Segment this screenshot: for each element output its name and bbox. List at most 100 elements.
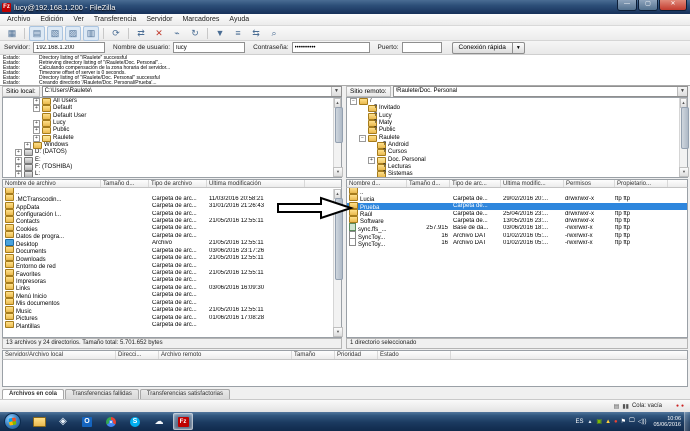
start-button[interactable] bbox=[4, 413, 21, 430]
server-input[interactable] bbox=[33, 42, 106, 53]
tree-expander-icon[interactable]: + bbox=[15, 149, 22, 157]
tree-expander-icon[interactable]: − bbox=[359, 134, 366, 142]
taskbar-clock[interactable]: 10:06 05/06/2016 bbox=[653, 416, 681, 428]
remote-tree-item[interactable]: − / bbox=[347, 98, 687, 106]
taskbar-item-kodi[interactable]: ◈ bbox=[53, 413, 73, 430]
local-tree-item[interactable]: +Default User bbox=[3, 112, 341, 120]
column-header[interactable]: Archivo remoto bbox=[159, 351, 292, 359]
local-tree-item[interactable]: + Lucy bbox=[3, 120, 341, 128]
column-header[interactable]: Estado bbox=[378, 351, 451, 359]
taskbar-item-outlook[interactable]: O bbox=[77, 413, 97, 430]
cancel-icon[interactable]: ✕ bbox=[151, 26, 167, 41]
chevron-down-icon[interactable]: ▼ bbox=[331, 87, 341, 96]
compare-icon[interactable]: ≡ bbox=[230, 26, 246, 41]
local-tree-item[interactable]: + Default bbox=[3, 105, 341, 113]
tree-expander-icon[interactable]: + bbox=[15, 156, 22, 164]
remote-tree-item[interactable]: +Lucy bbox=[347, 112, 687, 120]
minimize-button[interactable]: — bbox=[617, 0, 637, 11]
taskbar-item-skype[interactable]: S bbox=[125, 413, 145, 430]
taskbar-item-onedrive[interactable]: ☁ bbox=[149, 413, 169, 430]
quickconnect-dropdown-icon[interactable]: ▼ bbox=[512, 41, 525, 54]
remote-tree-item[interactable]: − Raulete bbox=[347, 134, 687, 142]
local-tree-item[interactable]: + L: bbox=[3, 171, 341, 177]
remote-tree-item[interactable]: +Cursos bbox=[347, 148, 687, 157]
tree-expander-icon[interactable]: + bbox=[33, 134, 40, 142]
column-header[interactable]: Tipo de archivo bbox=[149, 180, 207, 187]
tray-gdrive-icon[interactable]: ▲ bbox=[605, 419, 611, 425]
tree-expander-icon[interactable]: + bbox=[33, 105, 40, 113]
quickconnect-button[interactable]: Conexión rápida bbox=[451, 41, 513, 54]
local-tree-toggle-icon[interactable]: ▧ bbox=[47, 25, 63, 41]
column-header[interactable]: Tamaño d... bbox=[407, 180, 450, 187]
menu-item-ayuda[interactable]: Ayuda bbox=[224, 14, 254, 26]
local-tree-item[interactable]: + D: (DATOS) bbox=[3, 149, 341, 157]
disconnect-icon[interactable]: ⌁ bbox=[169, 26, 185, 41]
site-manager-icon[interactable]: ▦ bbox=[4, 26, 20, 41]
tree-expander-icon[interactable]: + bbox=[24, 141, 31, 149]
column-header[interactable]: Propietario... bbox=[615, 180, 668, 187]
column-header[interactable]: Nombre de archivo bbox=[3, 180, 101, 187]
column-header[interactable]: Permisos bbox=[564, 180, 615, 187]
find-icon[interactable]: ⌕ bbox=[266, 26, 282, 41]
column-header[interactable]: Tamaño bbox=[292, 351, 335, 359]
column-header[interactable]: Nombre d... bbox=[347, 180, 407, 187]
menu-item-marcadores[interactable]: Marcadores bbox=[177, 14, 224, 26]
column-header[interactable]: Última modific... bbox=[501, 180, 564, 187]
column-header[interactable]: Tamaño d... bbox=[101, 180, 149, 187]
port-input[interactable] bbox=[401, 42, 442, 53]
menu-item-edición[interactable]: Edición bbox=[35, 14, 68, 26]
network-icon[interactable]: 🖵 bbox=[629, 418, 635, 425]
menu-item-transferencia[interactable]: Transferencia bbox=[89, 14, 142, 26]
local-list-scrollbar[interactable]: ▲ ▼ bbox=[333, 189, 343, 337]
menu-item-archivo[interactable]: Archivo bbox=[2, 14, 35, 26]
column-header[interactable]: Direcci... bbox=[116, 351, 159, 359]
remote-tree-item[interactable]: + Doc. Personal bbox=[347, 156, 687, 164]
queue-tab-transferencias-satisfactorias[interactable]: Transferencias satisfactorias bbox=[139, 389, 230, 399]
chevron-down-icon[interactable]: ▼ bbox=[677, 87, 687, 96]
remote-tree-item[interactable]: +Maty bbox=[347, 119, 687, 128]
maximize-button[interactable]: ▢ bbox=[638, 0, 658, 11]
local-tree-scrollbar[interactable]: ▲ ▼ bbox=[333, 98, 343, 177]
local-tree-item[interactable]: + Raulete bbox=[3, 134, 341, 142]
column-header[interactable]: Tipo de arc... bbox=[450, 180, 501, 187]
local-tree-item[interactable]: + Public bbox=[3, 127, 341, 135]
tree-expander-icon[interactable]: + bbox=[15, 171, 22, 177]
tree-expander-icon[interactable]: + bbox=[368, 156, 375, 164]
show-hidden-icons-button[interactable]: ▲ bbox=[587, 419, 592, 425]
tree-expander-icon[interactable]: + bbox=[33, 127, 40, 135]
process-queue-icon[interactable]: ⇄ bbox=[133, 26, 149, 41]
remote-tree-item[interactable]: +Android bbox=[347, 141, 687, 149]
tree-expander-icon[interactable]: + bbox=[33, 98, 40, 106]
refresh-icon[interactable]: ⟳ bbox=[108, 26, 124, 41]
queue-tab-transferencias-fallidas[interactable]: Transferencias fallidas bbox=[65, 389, 139, 399]
volume-icon[interactable]: ◁)) bbox=[638, 418, 647, 425]
local-tree-item[interactable]: + E: bbox=[3, 156, 341, 164]
menu-item-ver[interactable]: Ver bbox=[68, 14, 89, 26]
queue-tab-archivos-en-cola[interactable]: Archivos en cola bbox=[2, 389, 65, 399]
password-input[interactable] bbox=[291, 42, 370, 53]
close-button[interactable]: ✕ bbox=[659, 0, 687, 11]
local-tree-item[interactable]: + All Users bbox=[3, 98, 341, 106]
tray-mail-icon[interactable]: ● bbox=[614, 419, 618, 425]
remote-tree-item[interactable]: +Sistemas bbox=[347, 170, 687, 177]
tree-expander-icon[interactable]: + bbox=[15, 163, 22, 171]
local-tree-item[interactable]: + Windows bbox=[3, 141, 341, 149]
username-input[interactable] bbox=[173, 42, 246, 53]
remote-table-row[interactable]: SyncToy... 16 Archivo DAT 01/02/2016 05:...… bbox=[347, 238, 687, 248]
message-log-toggle-icon[interactable]: ▤ bbox=[29, 25, 45, 41]
sync-browse-icon[interactable]: ⇆ bbox=[248, 26, 264, 41]
taskbar-item-chrome[interactable] bbox=[101, 413, 121, 430]
taskbar-item-explorer[interactable] bbox=[29, 413, 49, 430]
filter-icon[interactable]: ▼ bbox=[212, 26, 228, 41]
column-header[interactable]: Prioridad bbox=[335, 351, 378, 359]
language-indicator[interactable]: ES bbox=[575, 419, 583, 425]
tree-expander-icon[interactable]: + bbox=[33, 120, 40, 128]
remote-tree-item[interactable]: +Lecturas bbox=[347, 163, 687, 171]
local-site-combobox[interactable]: C:\Users\Raulete\ ▼ bbox=[41, 86, 342, 97]
remote-tree-toggle-icon[interactable]: ▨ bbox=[65, 25, 81, 41]
queue-toggle-icon[interactable]: ▥ bbox=[83, 25, 99, 41]
remote-tree-item[interactable]: +Invitado bbox=[347, 104, 687, 113]
menu-item-servidor[interactable]: Servidor bbox=[141, 14, 177, 26]
tray-sync-icon[interactable]: ▣ bbox=[596, 418, 602, 425]
taskbar-item-filezilla[interactable]: Fz bbox=[173, 413, 193, 430]
